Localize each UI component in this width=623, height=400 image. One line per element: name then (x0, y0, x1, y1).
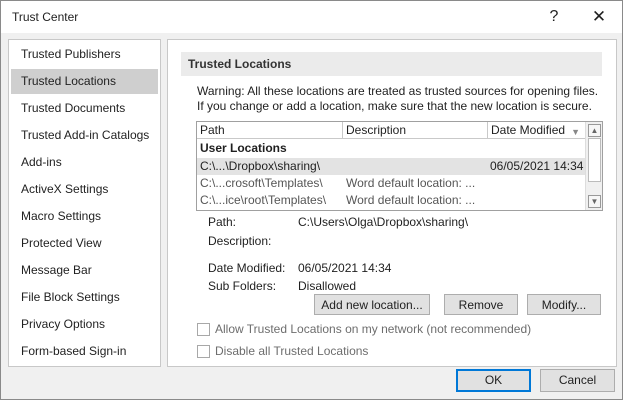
sidebar-item-file-block-settings[interactable]: File Block Settings (11, 285, 158, 310)
allow-network-checkbox-label: Allow Trusted Locations on my network (n… (215, 322, 532, 336)
row-path: C:\...ice\root\Templates\ (200, 193, 327, 207)
warning-text: Warning: All these locations are treated… (197, 84, 612, 114)
cancel-button[interactable]: Cancel (540, 369, 615, 392)
remove-button[interactable]: Remove (444, 294, 518, 315)
category-sidebar: Trusted Publishers Trusted Locations Tru… (8, 39, 161, 367)
disable-all-checkbox-label: Disable all Trusted Locations (215, 344, 369, 358)
sub-folders-label: Sub Folders: (208, 279, 277, 293)
trusted-locations-panel: Trusted Locations Warning: All these loc… (167, 39, 617, 367)
dialog-title: Trust Center (12, 10, 79, 24)
row-path: C:\...crosoft\Templates\ (200, 176, 323, 190)
table-row[interactable]: C:\...\Dropbox\sharing\ 06/05/2021 14:34 (197, 158, 586, 175)
sidebar-item-trusted-add-in-catalogs[interactable]: Trusted Add-in Catalogs (11, 123, 158, 148)
sidebar-item-form-based-sign-in[interactable]: Form-based Sign-in (11, 339, 158, 364)
sidebar-item-trusted-publishers[interactable]: Trusted Publishers (11, 42, 158, 67)
sidebar-item-protected-view[interactable]: Protected View (11, 231, 158, 256)
scroll-down-icon[interactable]: ▼ (588, 195, 601, 208)
sidebar-item-message-bar[interactable]: Message Bar (11, 258, 158, 283)
description-label: Description: (208, 234, 272, 248)
scroll-up-icon[interactable]: ▲ (588, 124, 601, 137)
date-modified-label: Date Modified: (208, 261, 286, 275)
row-path: C:\...\Dropbox\sharing\ (200, 159, 321, 173)
sidebar-item-trusted-documents[interactable]: Trusted Documents (11, 96, 158, 121)
trust-center-dialog: Trust Center ? ✕ Trusted Publishers Trus… (0, 0, 623, 400)
sidebar-item-privacy-options[interactable]: Privacy Options (11, 312, 158, 337)
date-modified-value: 06/05/2021 14:34 (298, 261, 392, 275)
column-header-date-modified[interactable]: Date Modified ▼ (488, 122, 586, 139)
title-bar: Trust Center ? ✕ (1, 1, 622, 33)
sort-arrow-icon: ▼ (571, 127, 580, 137)
sidebar-item-macro-settings[interactable]: Macro Settings (11, 204, 158, 229)
modify-button[interactable]: Modify... (527, 294, 601, 315)
row-date: 06/05/2021 14:34 (490, 159, 584, 173)
warning-line-1: Warning: All these locations are treated… (197, 84, 599, 98)
trusted-locations-list[interactable]: Path Description Date Modified ▼ User Lo… (196, 121, 603, 211)
help-icon[interactable]: ? (538, 5, 570, 29)
table-row[interactable]: C:\...crosoft\Templates\ Word default lo… (197, 175, 586, 192)
close-icon[interactable]: ✕ (583, 5, 615, 29)
add-new-location-button[interactable]: Add new location... (314, 294, 430, 315)
ok-button[interactable]: OK (456, 369, 531, 392)
sidebar-item-add-ins[interactable]: Add-ins (11, 150, 158, 175)
warning-line-2: If you change or add a location, make su… (197, 99, 592, 113)
allow-network-checkbox-box[interactable] (197, 323, 210, 336)
section-title: Trusted Locations (181, 52, 602, 76)
list-header: Path Description Date Modified ▼ (197, 122, 586, 139)
disable-all-checkbox-box[interactable] (197, 345, 210, 358)
sidebar-item-activex-settings[interactable]: ActiveX Settings (11, 177, 158, 202)
list-scrollbar[interactable]: ▲ ▼ (585, 122, 602, 210)
sidebar-item-trusted-locations[interactable]: Trusted Locations (11, 69, 158, 94)
column-header-date-label: Date Modified (491, 123, 566, 137)
column-header-description[interactable]: Description (343, 122, 488, 139)
table-row[interactable]: C:\...ice\root\Templates\ Word default l… (197, 192, 586, 209)
row-description: Word default location: ... (346, 193, 476, 207)
row-description: Word default location: ... (346, 176, 476, 190)
column-header-path[interactable]: Path (197, 122, 343, 139)
path-label: Path: (208, 215, 237, 229)
sub-folders-value: Disallowed (298, 279, 357, 293)
path-value: C:\Users\Olga\Dropbox\sharing\ (298, 215, 469, 229)
scroll-thumb[interactable] (588, 138, 601, 182)
group-header-user-locations: User Locations (200, 141, 287, 155)
